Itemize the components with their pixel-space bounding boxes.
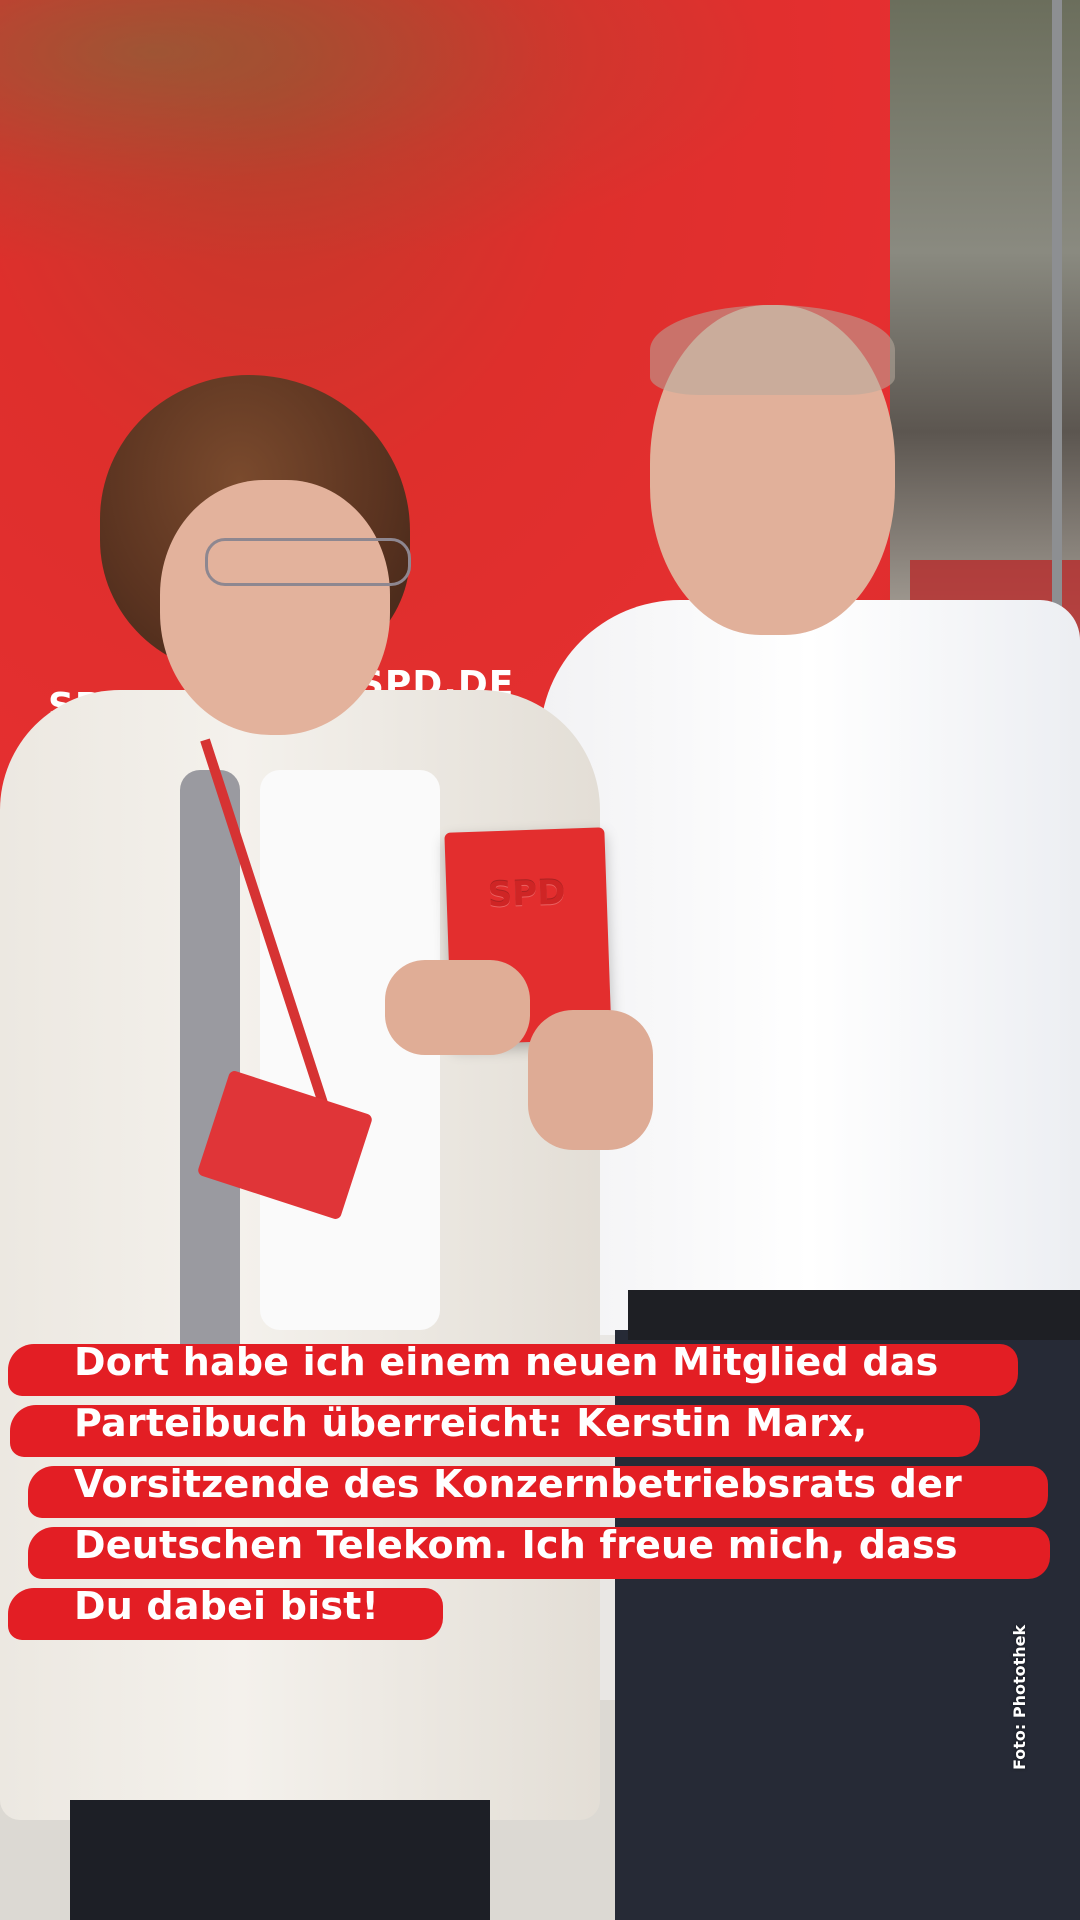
caption-line: Vorsitzende des Konzernbetriebsrats der [0,1460,1080,1521]
man-belt [628,1290,1080,1340]
story-photo: SPD SPD.DE SP SPD Dort habe ich einem ne… [0,0,1080,1920]
caption-line: Dort habe ich einem neuen Mitglied das [0,1338,1080,1399]
woman-hand [385,960,530,1055]
woman-trousers [70,1800,490,1920]
photo-credit: Foto: Photothek [1010,1624,1029,1770]
man-hand [528,1010,653,1150]
caption-text: Deutschen Telekom. Ich freue mich, dass [74,1523,958,1567]
foliage-blur [0,0,760,260]
man-shirt [540,600,1080,1335]
glasses [205,538,411,586]
caption-line: Parteibuch überreicht: Kerstin Marx, [0,1399,1080,1460]
caption-text: Parteibuch überreicht: Kerstin Marx, [74,1401,868,1445]
man-hair [650,305,895,395]
story-caption: Dort habe ich einem neuen Mitglied das P… [0,1338,1080,1643]
woman-face [160,480,390,735]
caption-text: Dort habe ich einem neuen Mitglied das [74,1340,939,1384]
party-book-logo: SPD [487,872,567,916]
caption-line: Du dabei bist! [0,1582,1080,1643]
caption-text: Vorsitzende des Konzernbetriebsrats der [74,1462,962,1506]
caption-text: Du dabei bist! [74,1584,380,1628]
caption-line: Deutschen Telekom. Ich freue mich, dass [0,1521,1080,1582]
woman-scarf [180,770,240,1370]
